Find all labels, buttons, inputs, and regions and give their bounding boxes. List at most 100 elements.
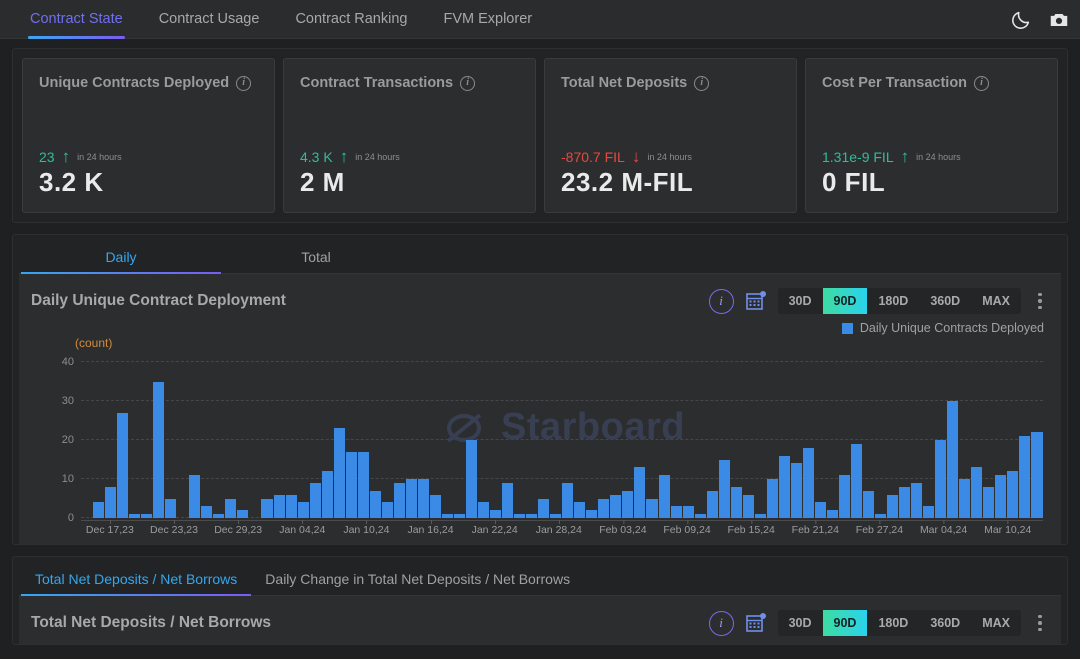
bar[interactable]	[358, 452, 369, 518]
dark-mode-moon-icon[interactable]	[1010, 9, 1032, 31]
bar[interactable]	[129, 514, 140, 518]
bar[interactable]	[707, 491, 718, 518]
bar[interactable]	[298, 502, 309, 518]
bar[interactable]	[695, 514, 706, 518]
chart-menu-kebab-icon[interactable]	[1031, 610, 1049, 636]
bar[interactable]	[382, 502, 393, 518]
range-180d[interactable]: 180D	[867, 610, 919, 636]
bar[interactable]	[827, 510, 838, 518]
bar[interactable]	[466, 440, 477, 518]
bar[interactable]	[887, 495, 898, 518]
bar[interactable]	[550, 514, 561, 518]
bar[interactable]	[743, 495, 754, 518]
bar[interactable]	[346, 452, 357, 518]
info-icon[interactable]	[236, 76, 251, 91]
bar[interactable]	[418, 479, 429, 518]
bar[interactable]	[370, 491, 381, 518]
bar[interactable]	[165, 499, 176, 519]
info-icon[interactable]	[974, 76, 989, 91]
bar[interactable]	[911, 483, 922, 518]
bar[interactable]	[767, 479, 778, 518]
calendar-icon[interactable]	[744, 611, 768, 635]
nav-tab-contract-ranking[interactable]: Contract Ranking	[277, 0, 425, 39]
bar[interactable]	[105, 487, 116, 518]
bar[interactable]	[634, 467, 645, 518]
bar[interactable]	[430, 495, 441, 518]
bar[interactable]	[310, 483, 321, 518]
bar[interactable]	[153, 382, 164, 519]
bar[interactable]	[478, 502, 489, 518]
bar[interactable]	[803, 448, 814, 518]
bar[interactable]	[598, 499, 609, 519]
bar[interactable]	[839, 475, 850, 518]
bar[interactable]	[562, 483, 573, 518]
bar[interactable]	[983, 487, 994, 518]
bar[interactable]	[237, 510, 248, 518]
tab-total[interactable]: Total	[221, 249, 411, 273]
range-90d[interactable]: 90D	[823, 610, 868, 636]
bar[interactable]	[538, 499, 549, 519]
bar[interactable]	[442, 514, 453, 518]
bar[interactable]	[719, 460, 730, 519]
bar[interactable]	[141, 514, 152, 518]
range-max[interactable]: MAX	[971, 610, 1021, 636]
tab-daily[interactable]: Daily	[21, 249, 221, 273]
bar[interactable]	[935, 440, 946, 518]
bar[interactable]	[659, 475, 670, 518]
chart-menu-kebab-icon[interactable]	[1031, 288, 1049, 314]
bar[interactable]	[286, 495, 297, 518]
bar[interactable]	[791, 463, 802, 518]
bar[interactable]	[671, 506, 682, 518]
nav-tab-contract-state[interactable]: Contract State	[12, 0, 141, 39]
bar[interactable]	[574, 502, 585, 518]
bar[interactable]	[213, 514, 224, 518]
info-icon[interactable]	[460, 76, 475, 91]
range-360d[interactable]: 360D	[919, 610, 971, 636]
bar[interactable]	[995, 475, 1006, 518]
chart-info-icon[interactable]	[709, 611, 734, 636]
bar[interactable]	[117, 413, 128, 518]
bar[interactable]	[755, 514, 766, 518]
range-180d[interactable]: 180D	[867, 288, 919, 314]
range-max[interactable]: MAX	[971, 288, 1021, 314]
bar[interactable]	[189, 475, 200, 518]
bar[interactable]	[406, 479, 417, 518]
bar[interactable]	[779, 456, 790, 518]
calendar-icon[interactable]	[744, 289, 768, 313]
bar[interactable]	[971, 467, 982, 518]
bar[interactable]	[261, 499, 272, 519]
bar[interactable]	[334, 428, 345, 518]
range-30d[interactable]: 30D	[778, 610, 823, 636]
bar[interactable]	[610, 495, 621, 518]
bar[interactable]	[851, 444, 862, 518]
bar[interactable]	[201, 506, 212, 518]
bar[interactable]	[93, 502, 104, 518]
bar[interactable]	[225, 499, 236, 519]
bar[interactable]	[875, 514, 886, 518]
chart-info-icon[interactable]	[709, 289, 734, 314]
bar[interactable]	[899, 487, 910, 518]
bar[interactable]	[454, 514, 465, 518]
info-icon[interactable]	[694, 76, 709, 91]
bar[interactable]	[923, 506, 934, 518]
tab-daily-change-net-deposits[interactable]: Daily Change in Total Net Deposits / Net…	[251, 571, 584, 595]
bar[interactable]	[731, 487, 742, 518]
bar[interactable]	[1007, 471, 1018, 518]
bar[interactable]	[959, 479, 970, 518]
camera-screenshot-icon[interactable]	[1048, 9, 1070, 31]
bar[interactable]	[502, 483, 513, 518]
range-90d[interactable]: 90D	[823, 288, 868, 314]
bar[interactable]	[815, 502, 826, 518]
bar[interactable]	[1019, 436, 1030, 518]
bar[interactable]	[683, 506, 694, 518]
nav-tab-contract-usage[interactable]: Contract Usage	[141, 0, 278, 39]
bar[interactable]	[863, 491, 874, 518]
bar[interactable]	[526, 514, 537, 518]
bar[interactable]	[274, 495, 285, 518]
tab-total-net-deposits[interactable]: Total Net Deposits / Net Borrows	[21, 571, 251, 595]
bar[interactable]	[586, 510, 597, 518]
bar[interactable]	[1031, 432, 1042, 518]
range-30d[interactable]: 30D	[778, 288, 823, 314]
bar[interactable]	[646, 499, 657, 519]
bar[interactable]	[394, 483, 405, 518]
